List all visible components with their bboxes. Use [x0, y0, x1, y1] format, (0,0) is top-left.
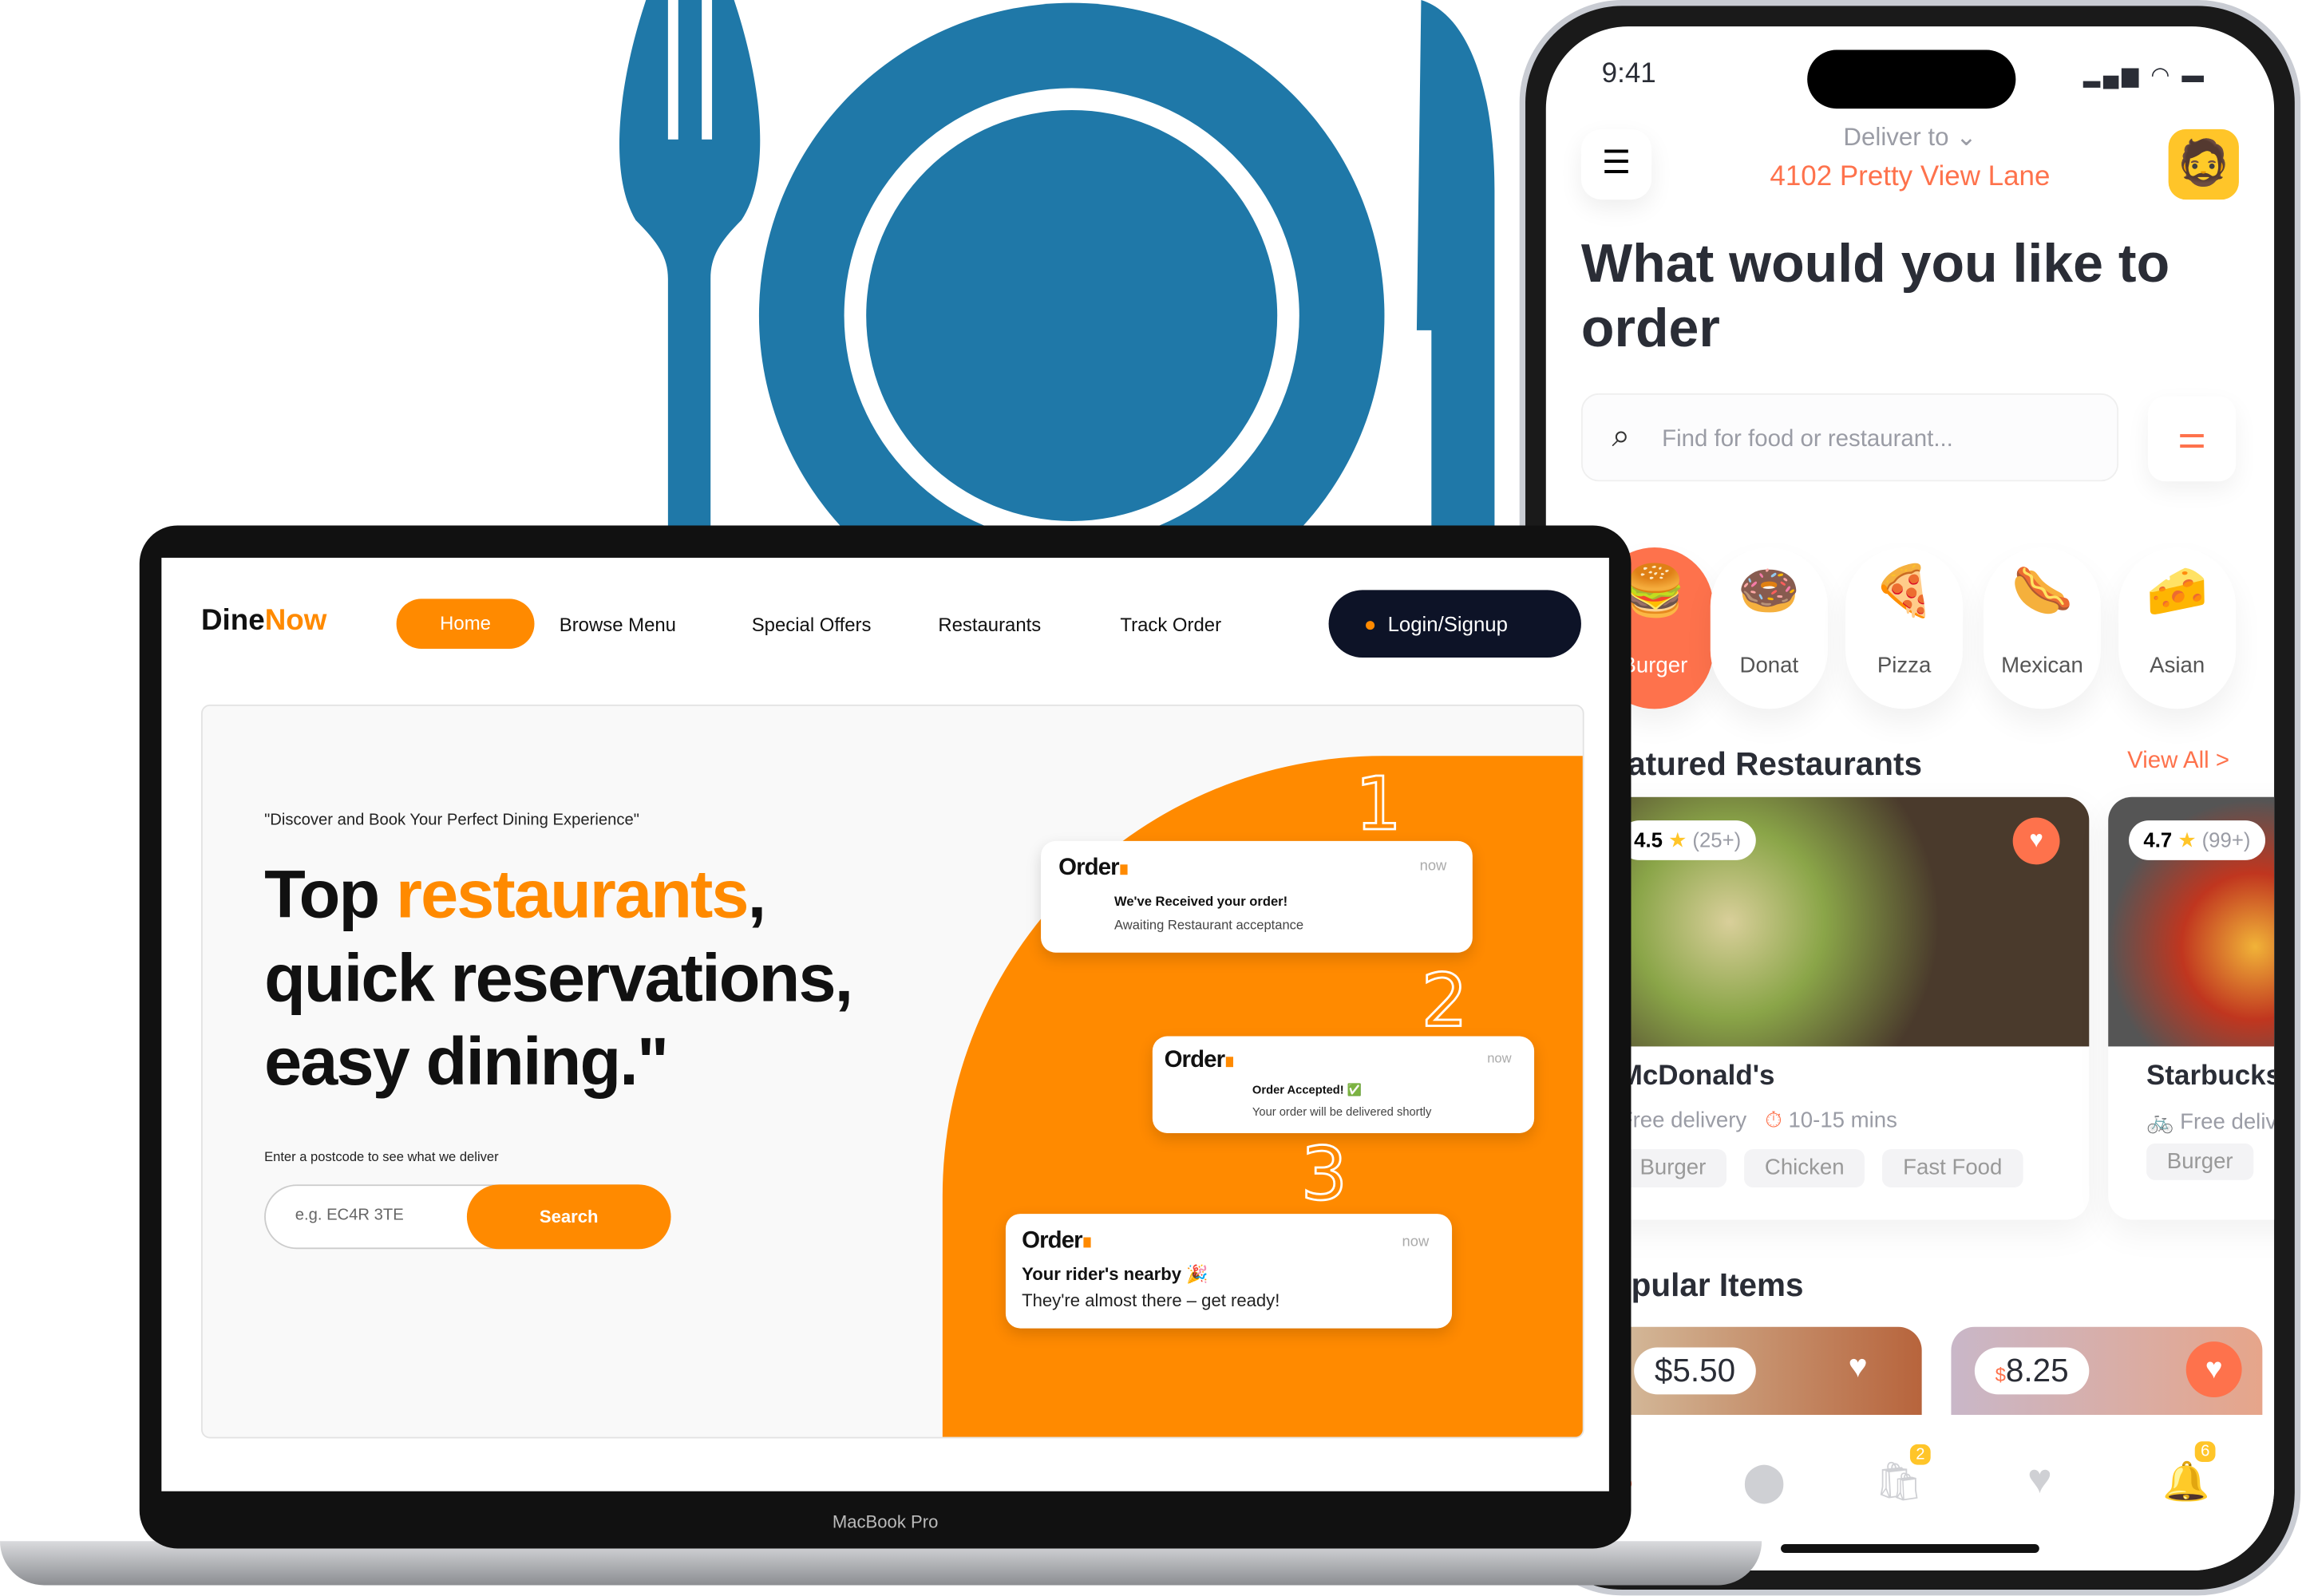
category-donat[interactable]: 🍩 Donat: [1710, 547, 1828, 709]
restaurant-name: Starbucks: [2146, 1061, 2275, 1092]
rating-badge: 4.5 ★ (25+): [1619, 820, 1756, 860]
page-headline: What would you like to order: [1580, 233, 2170, 358]
tag: Fast Food: [1882, 1149, 2023, 1187]
laptop-mockup: MacBook Pro DineNow Home Browse Menu Spe…: [139, 525, 1632, 1549]
tab-notifications-icon[interactable]: 🔔: [2162, 1459, 2210, 1504]
donut-icon: 🍩: [1738, 563, 1801, 620]
nav-track-order[interactable]: Track Order: [1120, 614, 1221, 636]
search-button[interactable]: Search: [466, 1184, 671, 1250]
chevron-down-icon: ⌄: [1956, 123, 1977, 152]
heart-icon: ♥: [2029, 828, 2043, 853]
favorite-heart-button[interactable]: ♥: [2012, 817, 2060, 865]
delivery-address[interactable]: 4102 Pretty View Lane: [1546, 161, 2274, 193]
view-all-link[interactable]: View All >: [2127, 749, 2229, 775]
nav-special-offers[interactable]: Special Offers: [752, 614, 872, 636]
category-mexican[interactable]: 🌭 Mexican: [1983, 547, 2102, 709]
laptop-screen: DineNow Home Browse Menu Special Offers …: [161, 557, 1609, 1491]
hero-heading: Top restaurants, quick reservations, easy …: [264, 855, 853, 1100]
notification-card: Order now Your rider's nearby 🎉 They're …: [1005, 1214, 1453, 1329]
restaurant-name: McDonald's: [1619, 1061, 1775, 1092]
notification-title: Your rider's nearby 🎉: [1022, 1263, 1208, 1285]
delivery-info: Free delivery: [2180, 1109, 2274, 1135]
nav-browse-menu[interactable]: Browse Menu: [560, 614, 676, 636]
brand-logo[interactable]: DineNow: [201, 605, 326, 638]
category-asian[interactable]: 🧀 Asian: [2118, 547, 2237, 709]
login-signup-button[interactable]: ● Login/Signup: [1328, 590, 1581, 658]
notification-title: We've Received your order!: [1114, 894, 1288, 909]
cart-badge: 2: [1909, 1444, 1931, 1465]
cheese-icon: 🧀: [2146, 563, 2209, 620]
fork-plate-knife-icon: [619, 0, 1495, 543]
delivery-info: Free delivery ⏱ 10-15 mins: [1619, 1108, 1897, 1133]
postcode-placeholder: e.g. EC4R 3TE: [295, 1206, 404, 1224]
hotdog-icon: 🌭: [2011, 563, 2074, 620]
price-badge: 8.25: [2005, 1351, 2069, 1389]
step-number: 2: [1420, 958, 1469, 1045]
restaurant-card[interactable]: 4.5 ★ (25+) ♥ McDonald's Free delivery ⏱…: [1575, 796, 2090, 1220]
category-pizza[interactable]: 🍕 Pizza: [1845, 547, 1964, 709]
deliver-label: Deliver to: [1843, 123, 1949, 152]
tag: Chicken: [1744, 1149, 1865, 1187]
notification-body: They're almost there – get ready!: [1022, 1290, 1280, 1311]
category-label: Asian: [2150, 653, 2205, 678]
hero-section: "Discover and Book Your Perfect Dining E…: [200, 704, 1584, 1439]
notification-time: now: [1487, 1050, 1512, 1066]
hero-tagline: "Discover and Book Your Perfect Dining E…: [264, 812, 639, 830]
popular-item-card[interactable]: $8.25 ♥: [1951, 1326, 2263, 1416]
postcode-label: Enter a postcode to see what we deliver: [264, 1149, 499, 1164]
search-placeholder: Find for food or restaurant...: [1662, 427, 1953, 452]
notification-time: now: [1402, 1234, 1430, 1251]
price-badge: $5.50: [1634, 1347, 1756, 1395]
home-indicator: [1781, 1543, 2039, 1553]
category-label: Pizza: [1877, 653, 1932, 678]
dynamic-island: [1807, 49, 2016, 109]
notifications-badge: 6: [2194, 1441, 2216, 1462]
heart-icon[interactable]: ♥: [1849, 1347, 1868, 1385]
tab-cart-icon[interactable]: 🛍: [1875, 1459, 1924, 1504]
notification-title: Order Accepted! ✅: [1252, 1083, 1363, 1096]
tab-favorites-icon[interactable]: ♥: [2027, 1456, 2052, 1503]
phone-mockup: 9:41 ▂▄▆ ◠ ▬ ☰ Deliver to ⌄ 4102 Pretty …: [1519, 0, 2301, 1596]
notification-card: Order now Order Accepted! ✅ Your order w…: [1152, 1036, 1535, 1133]
search-input[interactable]: ⌕ Find for food or restaurant...: [1580, 393, 2119, 482]
deliver-to-dropdown[interactable]: Deliver to ⌄: [1546, 124, 2274, 153]
phone-screen: 9:41 ▂▄▆ ◠ ▬ ☰ Deliver to ⌄ 4102 Pretty …: [1545, 26, 2275, 1571]
status-time: 9:41: [1601, 58, 1656, 90]
search-icon: ⌕: [1612, 417, 1631, 454]
user-icon: ●: [1363, 611, 1377, 636]
notification-body: Awaiting Restaurant acceptance: [1114, 917, 1304, 932]
nav-restaurants[interactable]: Restaurants: [938, 614, 1041, 636]
restaurant-card[interactable]: 4.7 ★ (99+) Starbucks 🚲 Free delivery Bu…: [2108, 796, 2275, 1220]
notification-time: now: [1419, 858, 1447, 875]
timer-icon: ⏱: [1765, 1108, 1782, 1133]
heart-icon[interactable]: ♥: [2185, 1341, 2242, 1398]
laptop-model-label: MacBook Pro: [832, 1511, 939, 1533]
filter-sliders-icon: ⚌: [2177, 418, 2207, 456]
avatar[interactable]: 🧔: [2168, 128, 2239, 200]
category-label: Mexican: [2001, 653, 2083, 678]
tag: Burger: [1619, 1149, 1727, 1187]
tag-list: Burger Chicken Fast Food: [1619, 1149, 2023, 1187]
featured-title: Featured Restaurants: [1589, 745, 1922, 783]
pizza-icon: 🍕: [1873, 563, 1936, 620]
step-number: 1: [1354, 760, 1402, 847]
step-number: 3: [1299, 1131, 1348, 1218]
postcode-input[interactable]: e.g. EC4R 3TE Search: [264, 1184, 671, 1250]
tag: Burger: [2146, 1143, 2254, 1180]
notification-card: Order now We've Received your order! Awa…: [1041, 840, 1473, 953]
rating-badge: 4.7 ★ (99+): [2128, 820, 2265, 860]
tab-location-icon[interactable]: ⬤: [1742, 1459, 1786, 1504]
bike-icon: 🚲: [2146, 1109, 2174, 1135]
filter-button[interactable]: ⚌: [2148, 397, 2236, 482]
signal-wifi-battery-icon: ▂▄▆ ◠ ▬: [2082, 63, 2207, 89]
nav-home[interactable]: Home: [396, 598, 535, 649]
notification-body: Your order will be delivered shortly: [1252, 1104, 1432, 1119]
category-label: Donat: [1739, 653, 1799, 678]
